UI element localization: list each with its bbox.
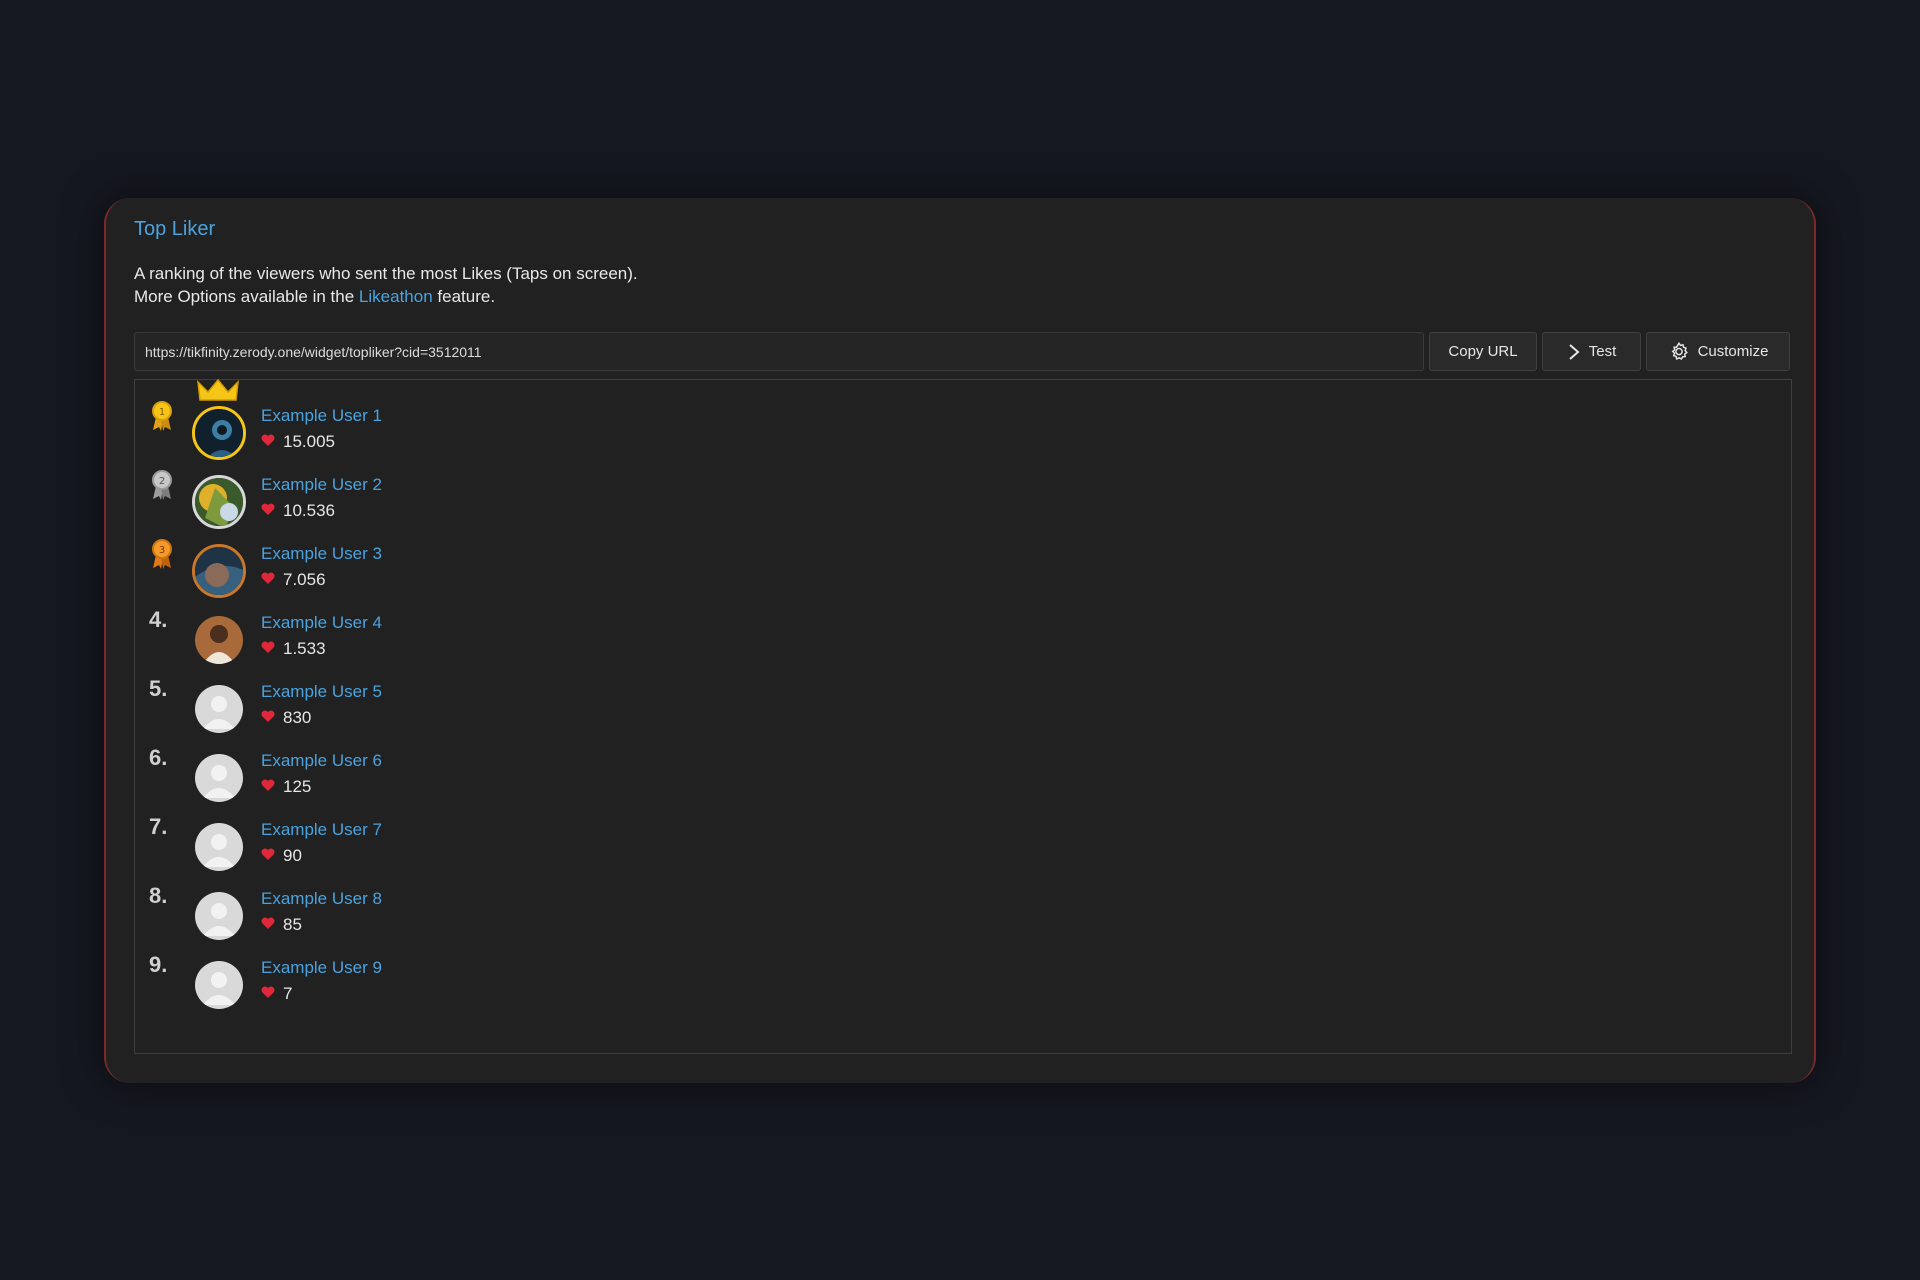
default-avatar-icon xyxy=(195,892,243,940)
heart-icon xyxy=(261,639,275,659)
top-liker-card: Top Liker A ranking of the viewers who s… xyxy=(104,198,1816,1083)
like-count: 90 xyxy=(261,846,302,866)
widget-url-input[interactable] xyxy=(134,332,1424,371)
user-name[interactable]: Example User 5 xyxy=(261,682,382,702)
like-count-value: 90 xyxy=(283,846,302,865)
user-name[interactable]: Example User 2 xyxy=(261,475,382,495)
description-line-2: More Options available in the Likeathon … xyxy=(134,285,638,308)
crown-icon xyxy=(195,378,241,409)
rank-number: 7. xyxy=(149,814,168,839)
like-count: 85 xyxy=(261,915,302,935)
default-avatar-icon xyxy=(195,754,243,802)
leaderboard-row: 5. Example User 5 830 xyxy=(135,672,1791,741)
leaderboard-row: 1 Example User 1 15.005 xyxy=(135,378,1791,465)
rank-number: 4. xyxy=(149,607,168,632)
leaderboard-row: 4. Example User 4 1.533 xyxy=(135,603,1791,672)
test-button[interactable]: Test xyxy=(1542,332,1641,371)
heart-icon xyxy=(261,846,275,866)
medal-number: 1 xyxy=(159,407,165,418)
description-prefix: More Options available in the xyxy=(134,287,355,306)
default-avatar-icon xyxy=(195,685,243,733)
customize-button[interactable]: Customize xyxy=(1646,332,1790,371)
user-name[interactable]: Example User 6 xyxy=(261,751,382,771)
heart-icon xyxy=(261,915,275,935)
like-count: 125 xyxy=(261,777,311,797)
avatar xyxy=(195,616,243,664)
like-count: 1.533 xyxy=(261,639,326,659)
like-count-value: 15.005 xyxy=(283,432,335,451)
medal-number: 3 xyxy=(159,545,165,556)
like-count: 10.536 xyxy=(261,501,335,521)
likeathon-link[interactable]: Likeathon xyxy=(359,287,433,306)
leaderboard-row: 2 Example User 2 10.536 xyxy=(135,465,1791,534)
like-count-value: 830 xyxy=(283,708,312,727)
leaderboard-row: 8. Example User 8 85 xyxy=(135,879,1791,948)
rank-number: 5. xyxy=(149,676,168,701)
like-count: 7 xyxy=(261,984,292,1004)
user-name[interactable]: Example User 4 xyxy=(261,613,382,633)
copy-url-button[interactable]: Copy URL xyxy=(1429,332,1537,371)
description-line-1: A ranking of the viewers who sent the mo… xyxy=(134,264,638,283)
user-name[interactable]: Example User 3 xyxy=(261,544,382,564)
heart-icon xyxy=(261,432,275,452)
leaderboard-row: 3 Example User 3 7.056 xyxy=(135,534,1791,603)
like-count-value: 1.533 xyxy=(283,639,326,658)
bronze-medal-icon: 3 xyxy=(149,538,175,575)
avatar xyxy=(192,475,246,529)
heart-icon xyxy=(261,570,275,590)
like-count: 15.005 xyxy=(261,432,335,452)
like-count-value: 125 xyxy=(283,777,312,796)
default-avatar-icon xyxy=(195,823,243,871)
silver-medal-icon: 2 xyxy=(149,469,175,506)
rank-number: 8. xyxy=(149,883,168,908)
like-count: 830 xyxy=(261,708,311,728)
rank-number: 9. xyxy=(149,952,168,977)
card-title: Top Liker xyxy=(134,218,216,240)
heart-icon xyxy=(261,708,275,728)
test-label: Test xyxy=(1588,343,1617,360)
user-name[interactable]: Example User 1 xyxy=(261,406,382,426)
card-description: A ranking of the viewers who sent the mo… xyxy=(134,262,638,308)
copy-url-label: Copy URL xyxy=(1448,343,1518,360)
medal-number: 2 xyxy=(159,476,165,487)
heart-icon xyxy=(261,501,275,521)
like-count-value: 10.536 xyxy=(283,501,335,520)
rank-number: 6. xyxy=(149,745,168,770)
gear-icon xyxy=(1668,341,1690,363)
like-count-value: 85 xyxy=(283,915,302,934)
user-name[interactable]: Example User 8 xyxy=(261,889,382,909)
avatar xyxy=(192,406,246,460)
like-count: 7.056 xyxy=(261,570,326,590)
top-liker-preview: 1 Example User 1 15.005 2 Example User 2… xyxy=(134,378,1792,1054)
widget-toolbar: Copy URL Test Customize xyxy=(134,332,1790,371)
default-avatar-icon xyxy=(195,961,243,1009)
heart-icon xyxy=(261,984,275,1004)
leaderboard-row: 9. Example User 9 7 xyxy=(135,948,1791,1017)
description-suffix: feature. xyxy=(437,287,496,306)
leaderboard-row: 6. Example User 6 125 xyxy=(135,741,1791,810)
heart-icon xyxy=(261,777,275,797)
customize-label: Customize xyxy=(1697,343,1769,360)
like-count-value: 7.056 xyxy=(283,570,326,589)
like-count-value: 7 xyxy=(283,984,293,1003)
user-name[interactable]: Example User 9 xyxy=(261,958,382,978)
user-name[interactable]: Example User 7 xyxy=(261,820,382,840)
chevron-right-icon xyxy=(1567,343,1581,361)
leaderboard-row: 7. Example User 7 90 xyxy=(135,810,1791,879)
gold-medal-icon: 1 xyxy=(149,400,175,437)
avatar xyxy=(192,544,246,598)
